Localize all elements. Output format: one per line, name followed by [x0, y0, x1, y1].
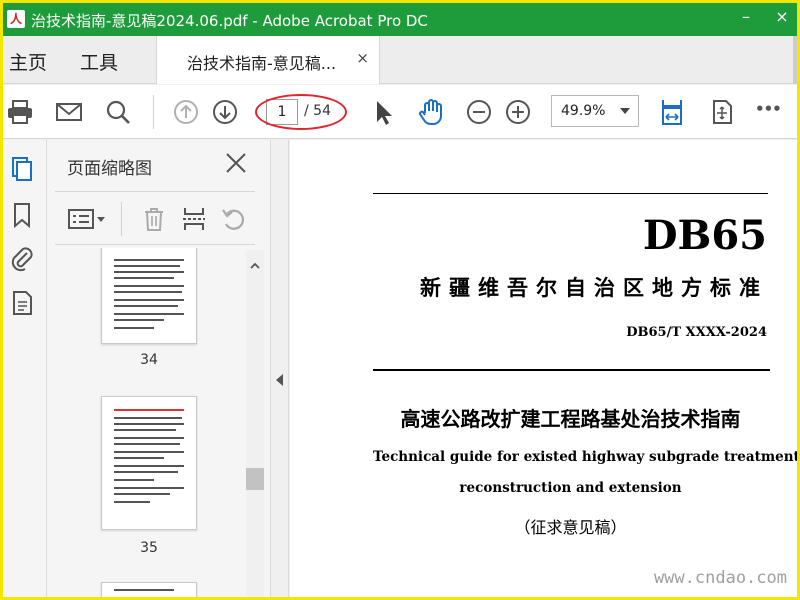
document-title-en-line2: reconstruction and extension [459, 480, 682, 496]
standard-code: DB65 [642, 212, 767, 259]
standard-type: 新疆维吾尔自治区地方标准 [420, 275, 768, 300]
thumbnail-page-number: 35 [140, 540, 158, 556]
title-bar: 人 治技术指南-意见稿2024.06.pdf - Adobe Acrobat P… [3, 3, 797, 36]
bookmark-icon[interactable] [7, 200, 37, 230]
annotation-red-ellipse [255, 94, 347, 130]
chevron-down-icon [620, 108, 630, 114]
scroll-up-icon[interactable] [250, 256, 260, 269]
tab-home[interactable]: 主页 [9, 48, 47, 75]
split-page-icon[interactable] [179, 204, 209, 234]
tab-document[interactable]: 治技术指南-意见稿... × [156, 36, 380, 84]
fit-width-icon[interactable] [657, 97, 687, 127]
page-thumbnail-36[interactable] [101, 582, 197, 597]
main-toolbar: / 54 49.9% ••• [3, 85, 797, 139]
standard-number: DB65/T XXXX-2024 [626, 325, 767, 340]
thumbnail-scrollbar[interactable] [246, 250, 264, 597]
next-page-icon[interactable] [210, 97, 240, 127]
page-thumbnail-34[interactable] [101, 248, 197, 344]
panel-separator [121, 202, 122, 236]
page-thumbnail-35[interactable] [101, 396, 197, 530]
select-cursor-icon[interactable] [368, 97, 398, 127]
zoom-out-icon[interactable] [464, 97, 494, 127]
scroll-mode-icon[interactable] [707, 97, 737, 127]
tab-bar: 主页 工具 治技术指南-意见稿... × [3, 36, 797, 84]
middle-rule [373, 369, 770, 371]
close-window-button[interactable]: × [767, 7, 797, 26]
window-title: 治技术指南-意见稿2024.06.pdf - Adobe Acrobat Pro… [31, 12, 428, 30]
minimize-button[interactable]: – [731, 7, 761, 26]
scrollbar-thumb[interactable] [246, 468, 264, 490]
hand-tool-icon[interactable] [416, 97, 446, 127]
thumbnails-panel: 页面缩略图 34 35 [47, 140, 271, 597]
panel-toolbar [55, 191, 255, 245]
previous-page-icon[interactable] [171, 97, 201, 127]
tab-tools[interactable]: 工具 [80, 48, 118, 75]
close-tab-icon[interactable]: × [356, 49, 369, 67]
document-title-en-line1: Technical guide for existed highway subg… [373, 449, 797, 465]
document-tab-label: 治技术指南-意见稿... [187, 54, 337, 73]
thumbnail-options-icon[interactable] [67, 204, 105, 234]
attachment-icon[interactable] [7, 243, 37, 273]
draft-label: （征求意见稿） [514, 518, 627, 537]
site-watermark: www.cndao.com [653, 568, 787, 588]
thumbnail-list: 34 35 [55, 248, 247, 597]
thumbnail-page-number: 34 [140, 352, 158, 368]
zoom-in-icon[interactable] [503, 97, 533, 127]
zoom-level-value: 49.9% [561, 103, 606, 119]
print-icon[interactable] [5, 97, 35, 127]
panel-collapse-handle[interactable] [271, 140, 289, 597]
top-rule [373, 193, 768, 194]
document-view[interactable]: DB65 新疆维吾尔自治区地方标准 DB65/T XXXX-2024 高速公路改… [290, 140, 797, 597]
search-icon[interactable] [103, 97, 133, 127]
panel-title: 页面缩略图 [67, 159, 152, 179]
toolbar-separator [153, 95, 154, 129]
undo-icon[interactable] [219, 204, 249, 234]
tab-scroll-strip [793, 36, 797, 84]
delete-page-icon[interactable] [139, 204, 169, 234]
acrobat-app-icon: 人 [7, 10, 25, 28]
collapse-arrow-icon [276, 374, 283, 386]
document-title-cn: 高速公路改扩建工程路基处治技术指南 [400, 407, 741, 431]
more-options-icon[interactable]: ••• [755, 100, 785, 130]
email-icon[interactable] [54, 97, 84, 127]
page-thumbnails-icon[interactable] [7, 154, 43, 184]
navigation-rail [3, 140, 47, 597]
close-panel-icon[interactable] [223, 150, 249, 176]
document-properties-icon[interactable] [7, 288, 37, 318]
zoom-level-dropdown[interactable]: 49.9% [551, 95, 639, 127]
pdf-page: DB65 新疆维吾尔自治区地方标准 DB65/T XXXX-2024 高速公路改… [290, 140, 797, 597]
